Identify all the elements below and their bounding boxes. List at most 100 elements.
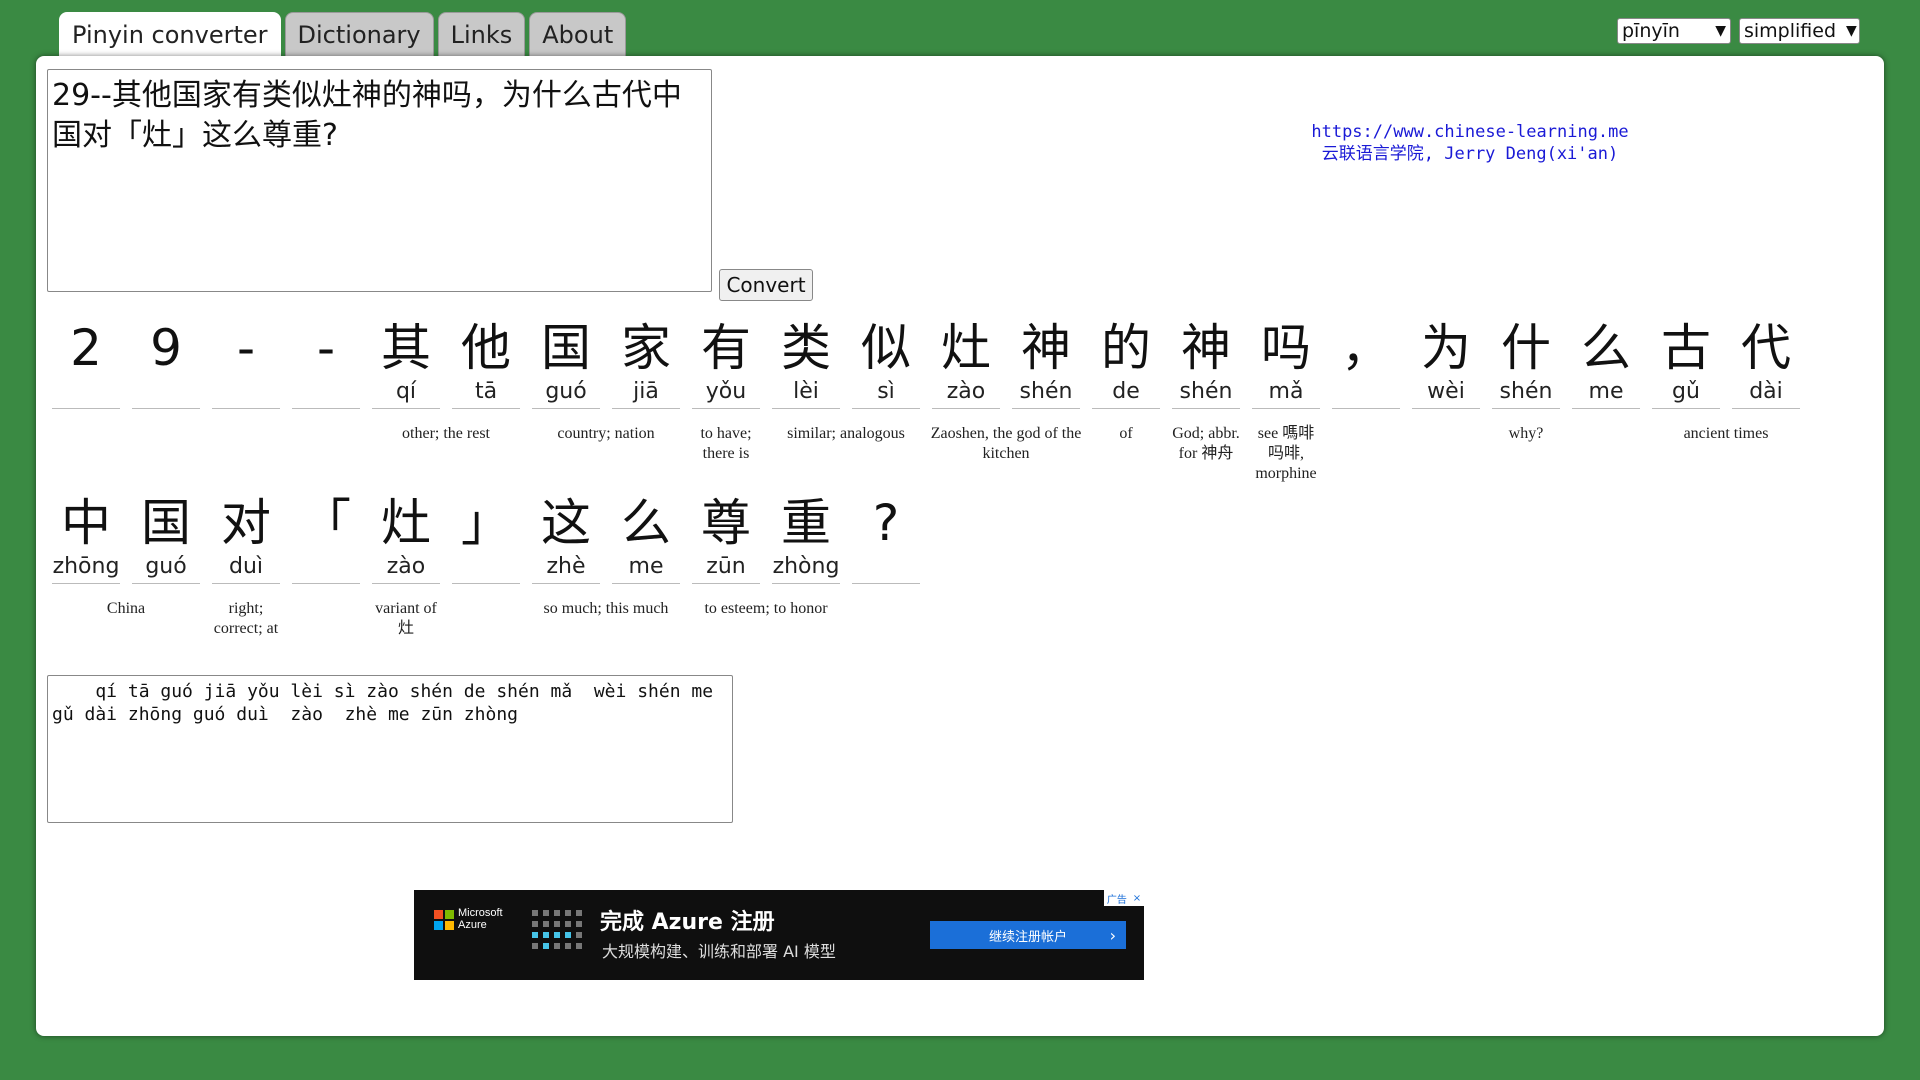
pinyin-syllable: me (1572, 378, 1640, 409)
hanzi-char: 古 (1661, 319, 1711, 377)
tone-mode-select[interactable]: pīnyīn ▼ (1617, 18, 1731, 44)
chevron-down-icon: ▼ (1715, 23, 1726, 39)
word-cell[interactable]: 中 zhōng (50, 493, 122, 584)
pinyin-syllable (212, 378, 280, 409)
close-icon[interactable]: × (1133, 893, 1141, 904)
word-cell[interactable]: 吗 mǎ (1250, 318, 1322, 409)
word-cell[interactable]: 么 me (1570, 318, 1642, 409)
pinyin-syllable: shén (1492, 378, 1560, 409)
word-cell[interactable]: 神 shén (1010, 318, 1082, 409)
gloss-text: see 嗎啡 吗啡, morphine (1255, 425, 1317, 482)
ad-cta-label: 继续注册帐户 (988, 929, 1067, 945)
tab-pinyin-converter[interactable]: Pinyin converter (59, 12, 281, 58)
word-cell[interactable]: 对 duì (210, 493, 282, 584)
script-select[interactable]: simplified ▼ (1739, 18, 1860, 44)
gloss-text: God; abbr. for 神舟 (1172, 425, 1240, 462)
hanzi-char: 其 (381, 319, 431, 377)
word-cell[interactable]: 尊 zūn (690, 493, 762, 584)
hanzi-char: 代 (1741, 319, 1791, 377)
gloss-text: right; correct; at (213, 600, 279, 637)
word-cell[interactable]: 」 (450, 493, 522, 584)
hanzi-char: 9 (150, 319, 182, 377)
chevron-down-icon: ▼ (1846, 23, 1857, 39)
word-cell[interactable]: 9 (130, 318, 202, 409)
hanzi-char: ， (1341, 319, 1391, 377)
hanzi-char: 家 (621, 319, 671, 377)
site-url[interactable]: https://www.chinese-learning.me (1290, 121, 1650, 143)
word-cell[interactable]: - (290, 318, 362, 409)
gloss-text: ancient times (1683, 425, 1769, 442)
grid-dot (532, 910, 538, 916)
hanzi-char: 「 (301, 494, 351, 552)
main-panel: 29--其他国家有类似灶神的神吗，为什么古代中国对「灶」这么尊重? Conver… (36, 56, 1884, 1036)
gloss-text: to have; there is (700, 425, 752, 462)
word-cell[interactable]: 类 lèi (770, 318, 842, 409)
pinyin-output[interactable]: qí tā guó jiā yǒu lèi sì zào shén de shé… (47, 675, 733, 823)
tab-links[interactable]: Links (437, 12, 526, 56)
pinyin-syllable: zhōng (52, 553, 120, 584)
word-cell[interactable]: 似 sì (850, 318, 922, 409)
word-cell[interactable]: 2 (50, 318, 122, 409)
hanzi-char: 有 (701, 319, 751, 377)
gloss-text: China (106, 600, 146, 617)
ad-badge-label: 广告 (1106, 894, 1127, 906)
grid-dot (576, 932, 582, 938)
tab-bar: Pinyin converter Dictionary Links About (59, 12, 627, 58)
hanzi-char: 类 (781, 319, 831, 377)
pinyin-syllable: gǔ (1652, 378, 1720, 409)
gloss-text: to esteem; to honor (704, 600, 828, 617)
word-cell[interactable]: 神 shén (1170, 318, 1242, 409)
pinyin-syllable (292, 553, 360, 584)
word-cell[interactable]: 「 (290, 493, 362, 584)
word-cell[interactable]: 灶 zào (930, 318, 1002, 409)
word-cell[interactable]: 这 zhè (530, 493, 602, 584)
site-info: https://www.chinese-learning.me 云联语言学院, … (1290, 121, 1650, 165)
pinyin-syllable: zhè (532, 553, 600, 584)
grid-dot (554, 943, 560, 949)
pinyin-syllable: jiā (612, 378, 680, 409)
hanzi-char: 这 (541, 494, 591, 552)
pinyin-syllable: duì (212, 553, 280, 584)
chinese-text-input[interactable]: 29--其他国家有类似灶神的神吗，为什么古代中国对「灶」这么尊重? (47, 69, 712, 292)
tab-about[interactable]: About (529, 12, 627, 56)
grid-dot (565, 943, 571, 949)
word-cell[interactable]: 古 gǔ (1650, 318, 1722, 409)
hanzi-char: 么 (621, 494, 671, 552)
word-cell[interactable]: 么 me (610, 493, 682, 584)
script-value: simplified (1744, 20, 1837, 42)
grid-dot (543, 910, 549, 916)
word-cell[interactable]: ， (1330, 318, 1402, 409)
advertisement-banner[interactable]: Microsoft Azure 完成 Azure 注册 大规模构建、训练和部署 … (414, 890, 1144, 980)
word-cell[interactable]: 为 wèi (1410, 318, 1482, 409)
word-cell[interactable]: 国 guó (530, 318, 602, 409)
word-cell[interactable]: 的 de (1090, 318, 1162, 409)
word-cell[interactable]: 其 qí (370, 318, 442, 409)
word-cell[interactable]: 灶 zào (370, 493, 442, 584)
ad-badge[interactable]: 广告 × (1104, 890, 1144, 906)
gloss-text: country; nation (557, 425, 655, 442)
microsoft-logo-icon (434, 910, 454, 930)
pinyin-syllable: shén (1172, 378, 1240, 409)
pinyin-syllable (52, 378, 120, 409)
hanzi-char: 吗 (1261, 319, 1311, 377)
pinyin-syllable (452, 553, 520, 584)
word-cell[interactable]: 他 tā (450, 318, 522, 409)
ad-cta-button[interactable]: 继续注册帐户 › (930, 921, 1126, 949)
word-cell[interactable]: 代 dài (1730, 318, 1802, 409)
word-cell[interactable]: 什 shén (1490, 318, 1562, 409)
convert-button[interactable]: Convert (719, 269, 813, 301)
pinyin-syllable: zào (372, 553, 440, 584)
ad-title: 完成 Azure 注册 (600, 910, 775, 935)
grid-dot (565, 921, 571, 927)
pinyin-syllable: shén (1012, 378, 1080, 409)
word-cell[interactable]: 国 guó (130, 493, 202, 584)
ad-subtitle: 大规模构建、训练和部署 AI 模型 (602, 942, 836, 961)
grid-dot (565, 932, 571, 938)
word-cell[interactable]: ? (850, 493, 922, 584)
grid-dot (554, 921, 560, 927)
tab-dictionary[interactable]: Dictionary (284, 12, 434, 56)
word-cell[interactable]: 有 yǒu (690, 318, 762, 409)
word-cell[interactable]: - (210, 318, 282, 409)
word-cell[interactable]: 重 zhòng (770, 493, 842, 584)
word-cell[interactable]: 家 jiā (610, 318, 682, 409)
